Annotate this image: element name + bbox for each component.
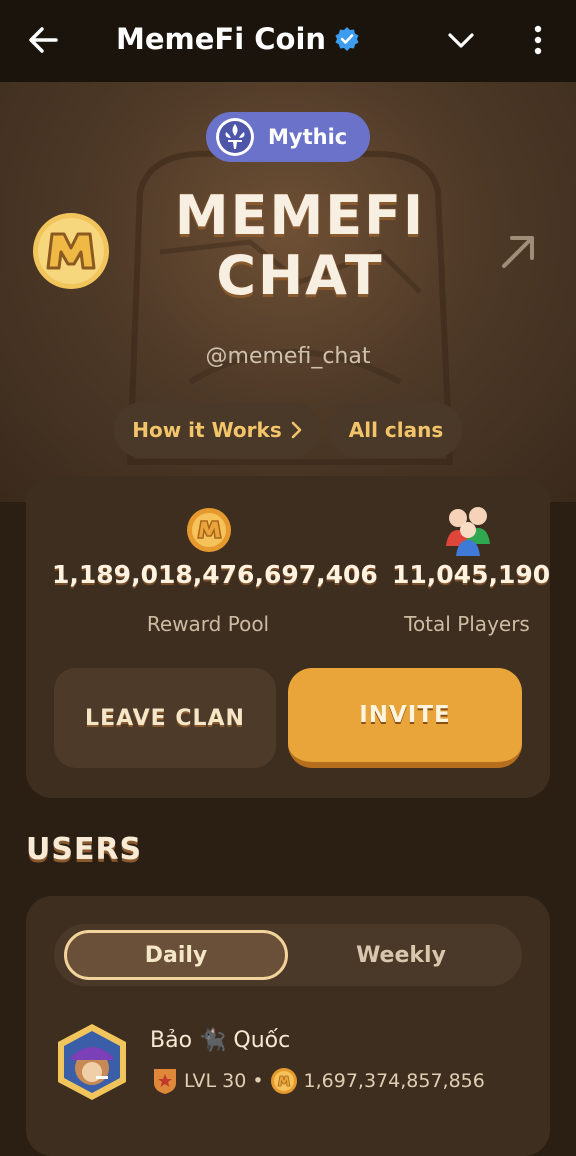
how-it-works-label: How it Works — [132, 418, 282, 442]
total-players-value: 11,045,190 — [392, 560, 551, 589]
reward-pool-value: 1,189,018,476,697,406 — [52, 560, 378, 589]
all-clans-button[interactable]: All clans — [330, 402, 462, 458]
chevron-right-icon — [291, 421, 302, 439]
clan-name-line1: MEMEFI — [174, 184, 426, 247]
all-clans-label: All clans — [348, 418, 444, 442]
user-meta: LVL 30 • 1,697,374,857,856 — [152, 1066, 485, 1096]
external-link-arrow-icon[interactable] — [496, 232, 540, 272]
app-title-text: MemeFi Coin — [116, 22, 327, 56]
clan-name: MEMEFI CHAT — [140, 186, 460, 306]
coin-icon — [187, 508, 231, 552]
verified-badge-icon — [335, 27, 359, 51]
tab-weekly[interactable]: Weekly — [290, 930, 512, 980]
how-it-works-button[interactable]: How it Works — [114, 402, 320, 458]
fleur-de-lis-icon — [216, 118, 254, 156]
back-arrow-icon[interactable] — [22, 20, 66, 60]
players-icon — [446, 507, 490, 556]
user-level: LVL 30 — [184, 1070, 247, 1092]
memefi-coin-logo — [33, 213, 109, 289]
chevron-down-icon[interactable] — [440, 22, 482, 58]
tier-badge: Mythic — [206, 112, 370, 162]
users-section-title: USERS — [26, 832, 143, 867]
leave-clan-button[interactable]: LEAVE CLAN — [54, 668, 276, 768]
level-shield-icon — [154, 1069, 176, 1094]
more-options-icon[interactable] — [520, 20, 556, 60]
reward-pool-label: Reward Pool — [146, 612, 270, 636]
user-name: Bảo 🐈‍⬛ Quốc — [150, 1028, 291, 1053]
invite-button[interactable]: INVITE — [288, 668, 522, 768]
app-bar: MemeFi Coin — [0, 0, 576, 82]
coin-icon — [270, 1068, 297, 1094]
user-coins: 1,697,374,857,856 — [303, 1070, 485, 1092]
clan-handle[interactable]: @memefi_chat — [0, 344, 576, 369]
tab-daily[interactable]: Daily — [64, 930, 288, 980]
total-players-label: Total Players — [404, 612, 530, 636]
tier-label: Mythic — [268, 125, 348, 149]
user-avatar[interactable] — [52, 1022, 132, 1102]
app-title: MemeFi Coin — [116, 18, 360, 60]
clan-name-line2: CHAT — [216, 244, 384, 307]
meta-separator: • — [252, 1070, 264, 1092]
